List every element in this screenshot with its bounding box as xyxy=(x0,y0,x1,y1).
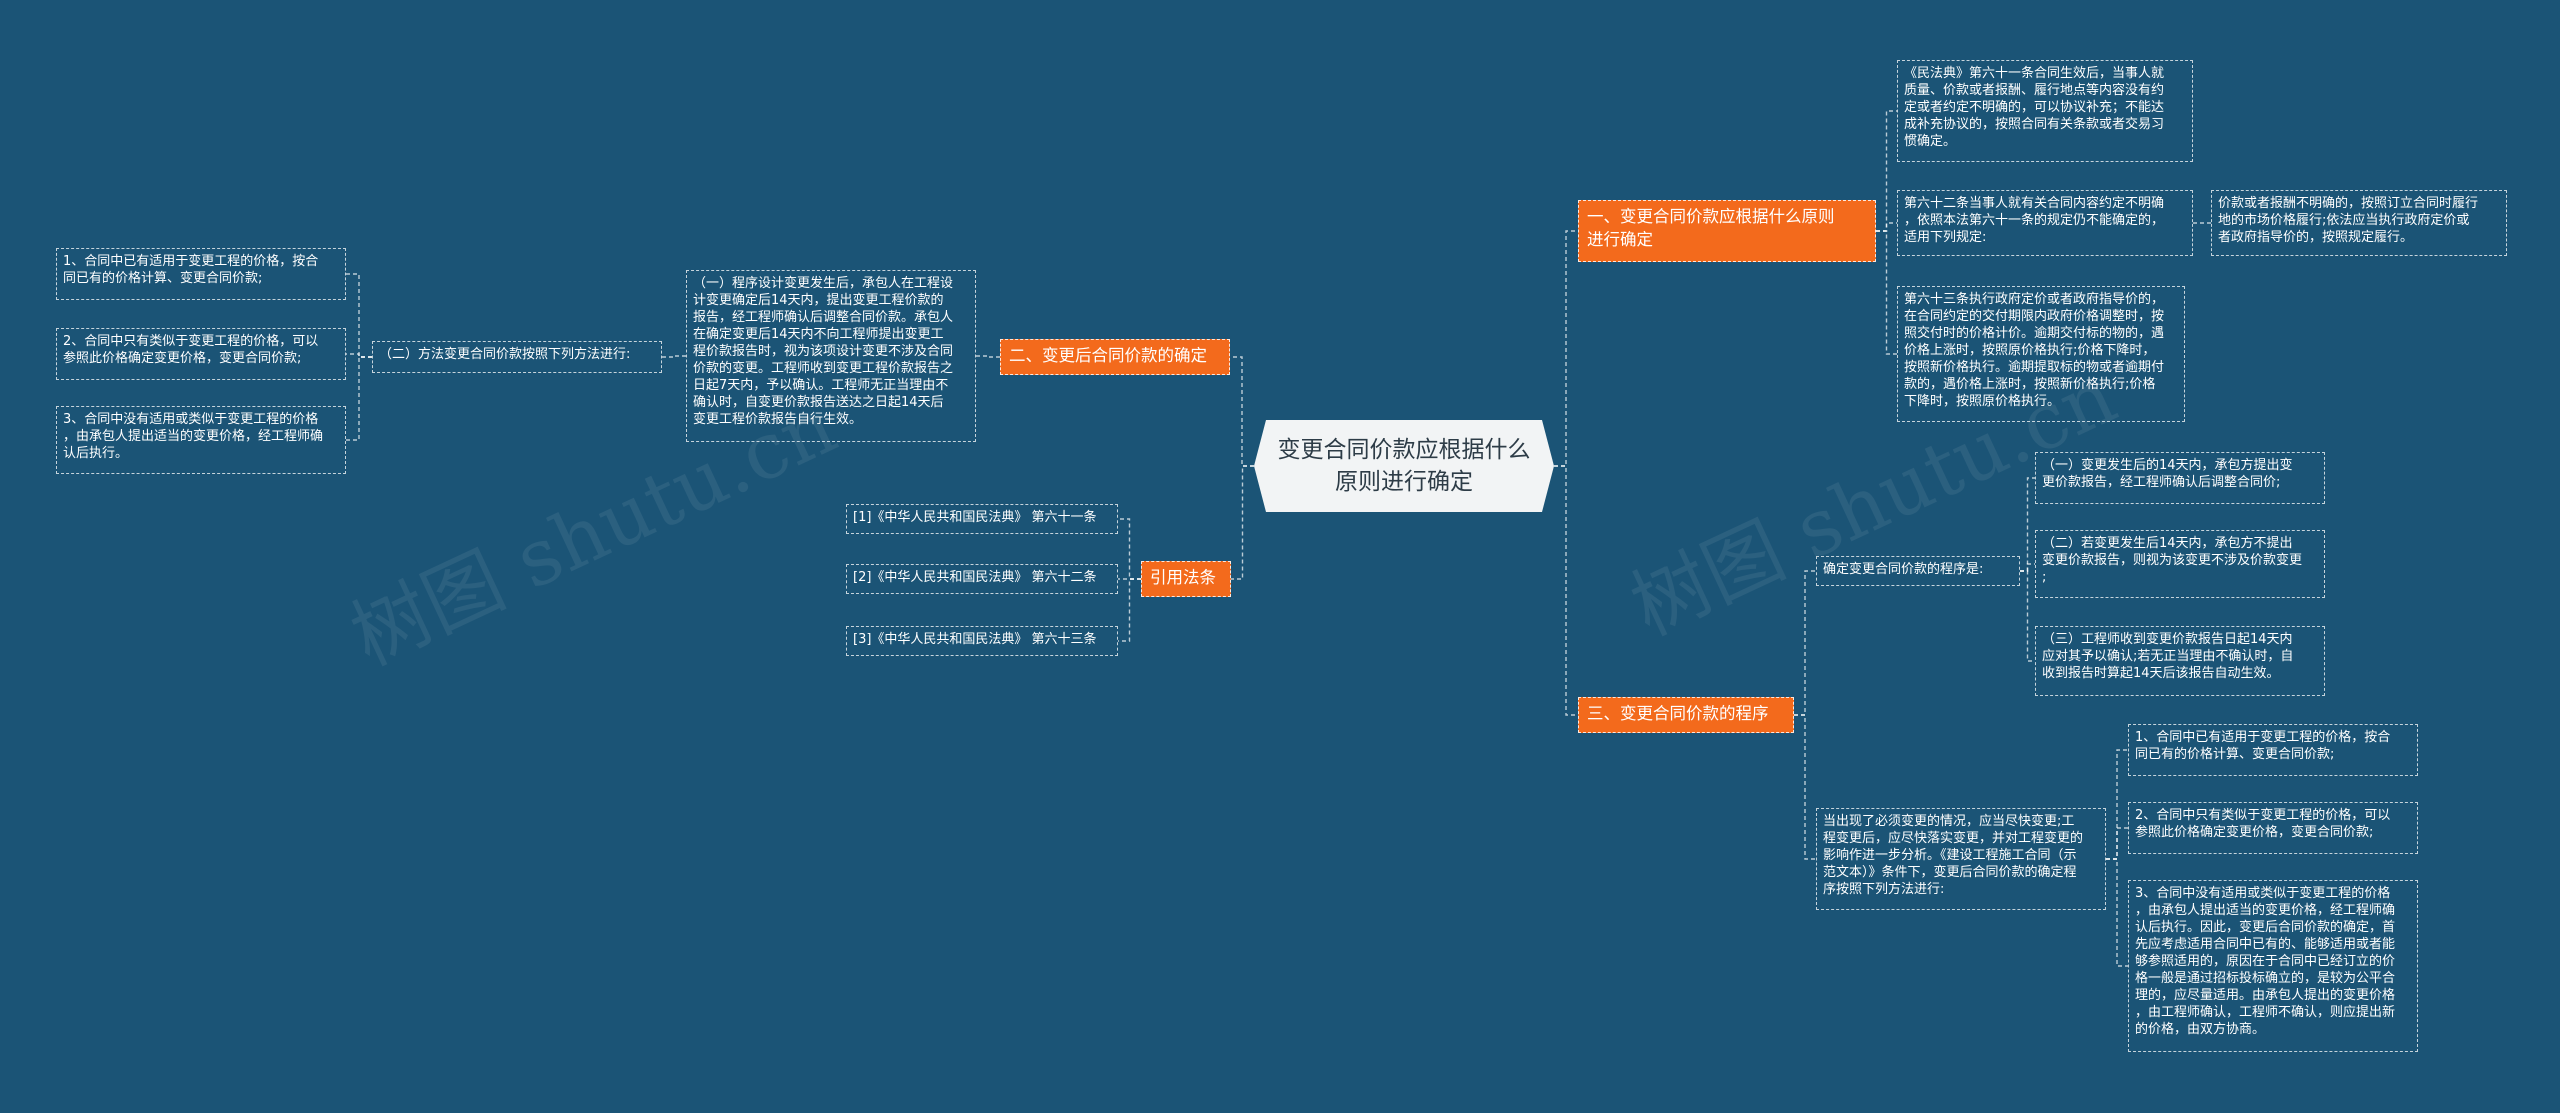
leaf-method-1-left[interactable]: 1、合同中已有适用于变更工程的价格，按合 同已有的价格计算、变更合同价款; xyxy=(56,248,346,300)
leaf-method-3-left[interactable]: 3、合同中没有适用或类似于变更工程的价格 ，由承包人提出适当的变更价格，经工程师… xyxy=(56,406,346,474)
leaf-method-3[interactable]: 3、合同中没有适用或类似于变更工程的价格 ，由承包人提出适当的变更价格，经工程师… xyxy=(2128,880,2418,1052)
link-main-method xyxy=(662,355,686,358)
link-b1-l3 xyxy=(1876,230,1897,355)
link-root-b1 xyxy=(1554,230,1578,467)
leaf-procedure-step-1[interactable]: （一）变更发生后的14天内，承包方提出变 更价款报告，经工程师确认后调整合同价; xyxy=(2035,452,2325,504)
link-b4-must xyxy=(1794,714,1816,860)
leaf-procedure-intro[interactable]: 确定变更合同价款的程序是: xyxy=(1816,556,2020,586)
branch-determination[interactable]: 二、变更后合同价款的确定 xyxy=(1000,339,1230,375)
root-topic[interactable]: 变更合同价款应根据什么 原则进行确定 xyxy=(1254,420,1554,512)
leaf-procedure-step-3[interactable]: （三）工程师收到变更价款报告日起14天内 应对其予以确认;若无正当理由不确认时，… xyxy=(2035,626,2325,696)
link-root-b2 xyxy=(1230,356,1254,467)
link-root-b3 xyxy=(1231,465,1254,580)
link-b3-c1 xyxy=(1118,518,1141,580)
leaf-article-62[interactable]: 第六十二条当事人就有关合同内容约定不明确 ，依照本法第六十一条的规定仍不能确定的… xyxy=(1897,190,2193,256)
link-b3-c3 xyxy=(1118,578,1141,642)
leaf-article-62-price[interactable]: 价款或者报酬不明确的，按照订立合同时履行 地的市场价格履行;依法应当执行政府定价… xyxy=(2211,190,2507,256)
branch-cited-laws[interactable]: 引用法条 xyxy=(1141,561,1231,597)
link-must-n3 xyxy=(2106,858,2128,967)
branch-principle[interactable]: 一、变更合同价款应根据什么原则 进行确定 xyxy=(1578,200,1876,262)
leaf-design-change[interactable]: （一）程序设计变更发生后，承包人在工程设 计变更确定后14天内，提出变更工程价款… xyxy=(686,270,976,442)
leaf-law-63[interactable]: [3]《中华人民共和国民法典》 第六十三条 xyxy=(846,626,1118,656)
link-method-m1 xyxy=(346,273,372,358)
leaf-law-61[interactable]: [1]《中华人民共和国民法典》 第六十一条 xyxy=(846,504,1118,534)
link-b4-proc xyxy=(1794,570,1816,716)
leaf-method-2[interactable]: 2、合同中只有类似于变更工程的价格，可以 参照此价格确定变更价格，变更合同价款; xyxy=(2128,802,2418,854)
leaf-law-62[interactable]: [2]《中华人民共和国民法典》 第六十二条 xyxy=(846,564,1118,594)
branch-procedure[interactable]: 三、变更合同价款的程序 xyxy=(1578,697,1794,733)
link-must-n2 xyxy=(2106,827,2128,860)
mindmap-canvas: 树图 shutu.cn 树图 shutu.cn 变更合同价款应根据什么 原则进行… xyxy=(0,0,2560,1113)
leaf-method-2-left[interactable]: 2、合同中只有类似于变更工程的价格，可以 参照此价格确定变更价格，变更合同价款; xyxy=(56,328,346,380)
leaf-article-61[interactable]: 《民法典》第六十一条合同生效后，当事人就 质量、价款或者报酬、履行地点等内容没有… xyxy=(1897,60,2193,162)
leaf-method-1[interactable]: 1、合同中已有适用于变更工程的价格，按合 同已有的价格计算、变更合同价款; xyxy=(2128,724,2418,776)
link-root-b4 xyxy=(1554,465,1578,716)
link-b1-l1 xyxy=(1876,110,1897,232)
link-b1-l2 xyxy=(1876,222,1897,232)
link-b2-main xyxy=(976,355,1000,358)
link-proc-p2 xyxy=(2020,563,2035,572)
leaf-article-63[interactable]: 第六十三条执行政府定价或者政府指导价的， 在合同约定的交付期限内政府价格调整时，… xyxy=(1897,286,2185,422)
leaf-procedure-step-2[interactable]: （二）若变更发生后14天内，承包方不提出 变更价款报告，则视为该变更不涉及价款变… xyxy=(2035,530,2325,598)
link-must-n1 xyxy=(2106,749,2128,860)
link-proc-p1 xyxy=(2020,477,2035,572)
link-method-m3 xyxy=(346,356,372,441)
leaf-method-intro[interactable]: （二）方法变更合同价款按照下列方法进行: xyxy=(372,341,662,373)
leaf-must-change[interactable]: 当出现了必须变更的情况，应当尽快变更;工 程变更后，应尽快落实变更，并对工程变更… xyxy=(1816,808,2106,910)
link-proc-p3 xyxy=(2020,570,2035,662)
